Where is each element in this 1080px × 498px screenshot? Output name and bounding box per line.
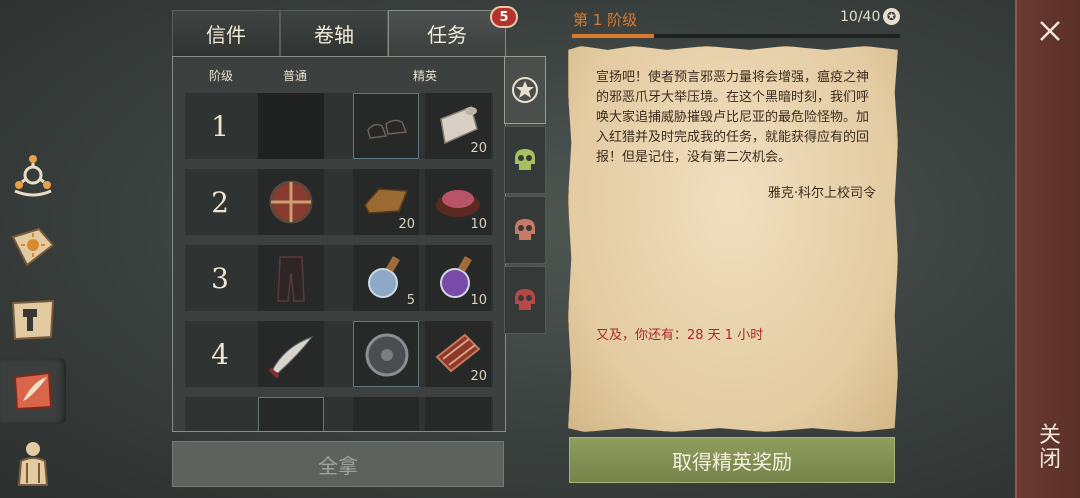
skull-green-icon: [515, 149, 535, 170]
tab-skull-green[interactable]: [504, 126, 546, 194]
skull-orange-icon: [515, 219, 535, 240]
rank-number: 4: [211, 337, 229, 371]
potion-blue-icon: [368, 255, 400, 298]
reward-row: [185, 397, 493, 431]
tasks-count-badge: 5: [490, 6, 518, 28]
round-shield-icon: [269, 180, 313, 224]
side-btn-journal[interactable]: [0, 214, 66, 280]
tab-scrolls[interactable]: 卷轴: [280, 10, 388, 56]
close-icon[interactable]: [1037, 18, 1063, 44]
time-remaining: 又及，你还有：28 天 1 小时: [596, 328, 764, 343]
rank-number: 2: [211, 185, 229, 219]
stage-progress-bar: [572, 34, 900, 38]
character-icon: [8, 438, 58, 488]
stage-progress-fill: [572, 34, 654, 38]
claim-elite-reward-button[interactable]: 取得精英奖励: [569, 437, 895, 483]
tab-tasks[interactable]: 任务: [388, 10, 506, 56]
stage-label: 第 1 阶级: [573, 11, 638, 29]
star-emblem-icon: [512, 77, 538, 103]
elite-reward-slot[interactable]: [353, 321, 419, 387]
buckler-icon: [365, 333, 409, 377]
elite-reward-slot[interactable]: [353, 93, 419, 159]
quest-letter: 宣扬吧！使者预言邪恶力量将会增强，瘟疫之神的邪恶爪牙大举压境。在这个黑暗时刻，我…: [568, 46, 898, 432]
item-count: 5: [406, 293, 415, 308]
col-head-rank: 阶级: [209, 69, 234, 83]
coin-icon: ✪: [883, 8, 900, 25]
scimitar-icon: [268, 335, 314, 379]
side-btn-hub[interactable]: [0, 142, 66, 208]
tab-bar: 信件 卷轴 任务: [172, 10, 506, 56]
item-count: 20: [470, 369, 487, 384]
reward-row: 4 20: [185, 321, 493, 387]
reward-row: 3 5 10: [185, 245, 493, 311]
elite-reward-slot[interactable]: 20: [353, 169, 419, 235]
reward-grid: 阶级 普通 精英 1 20 2 20 10 3 5 10 4 20: [172, 56, 506, 432]
letter-signature: 雅克·科尔上校司令: [767, 186, 876, 201]
col-head-elite: 精英: [413, 69, 438, 83]
normal-reward-slot[interactable]: [258, 93, 324, 159]
item-count: 20: [470, 141, 487, 156]
skull-red-icon: [515, 289, 535, 310]
side-btn-character[interactable]: [0, 430, 66, 496]
close-button-label[interactable]: 关闭: [1035, 424, 1065, 472]
tab-star[interactable]: [504, 56, 546, 124]
normal-reward-slot[interactable]: [258, 169, 324, 235]
close-panel[interactable]: 关闭: [1015, 0, 1080, 498]
elite-reward-slot[interactable]: 20: [425, 321, 491, 387]
side-btn-craft[interactable]: [0, 286, 66, 352]
boots-icon: [367, 119, 408, 139]
elite-reward-slot[interactable]: 20: [425, 93, 491, 159]
sun-book-icon: [8, 222, 58, 272]
normal-reward-slot[interactable]: [258, 397, 324, 431]
hammer-map-icon: [8, 294, 58, 344]
tab-skull-red[interactable]: [504, 266, 546, 334]
item-count: 20: [398, 217, 415, 232]
elite-reward-slot[interactable]: 10: [425, 245, 491, 311]
elite-reward-slot[interactable]: [425, 397, 491, 431]
reward-panel: 信件 卷轴 任务 5 阶级 普通 精英 1 20 2 20 10 3 5 10 …: [172, 6, 518, 432]
leather-pants-icon: [277, 256, 305, 302]
item-count: 10: [470, 217, 487, 232]
normal-reward-slot[interactable]: [258, 321, 324, 387]
elite-reward-slot[interactable]: [353, 397, 419, 431]
elite-reward-slot[interactable]: 5: [353, 245, 419, 311]
scroll-quill-icon: [8, 366, 58, 416]
side-btn-quests[interactable]: [0, 358, 66, 424]
rank-number: 3: [211, 261, 229, 295]
item-count: 10: [470, 293, 487, 308]
reward-row: 2 20 10: [185, 169, 493, 235]
rank-number: 1: [211, 109, 229, 143]
tab-letters[interactable]: 信件: [172, 10, 280, 56]
tab-skull-orange[interactable]: [504, 196, 546, 264]
normal-reward-slot[interactable]: [258, 245, 324, 311]
stage-progress-text: 10/40: [840, 9, 881, 25]
letter-body: 宣扬吧！使者预言邪恶力量将会增强，瘟疫之神的邪恶爪牙大举压境。在这个黑暗时刻，我…: [596, 70, 870, 165]
reward-row: 1 20: [185, 93, 493, 159]
col-head-normal: 普通: [283, 69, 308, 83]
take-all-button[interactable]: 全拿: [172, 441, 504, 487]
hub-icon: [8, 150, 58, 200]
difficulty-tabs: [504, 56, 546, 336]
elite-reward-slot[interactable]: 10: [425, 169, 491, 235]
side-menu: [0, 0, 66, 498]
